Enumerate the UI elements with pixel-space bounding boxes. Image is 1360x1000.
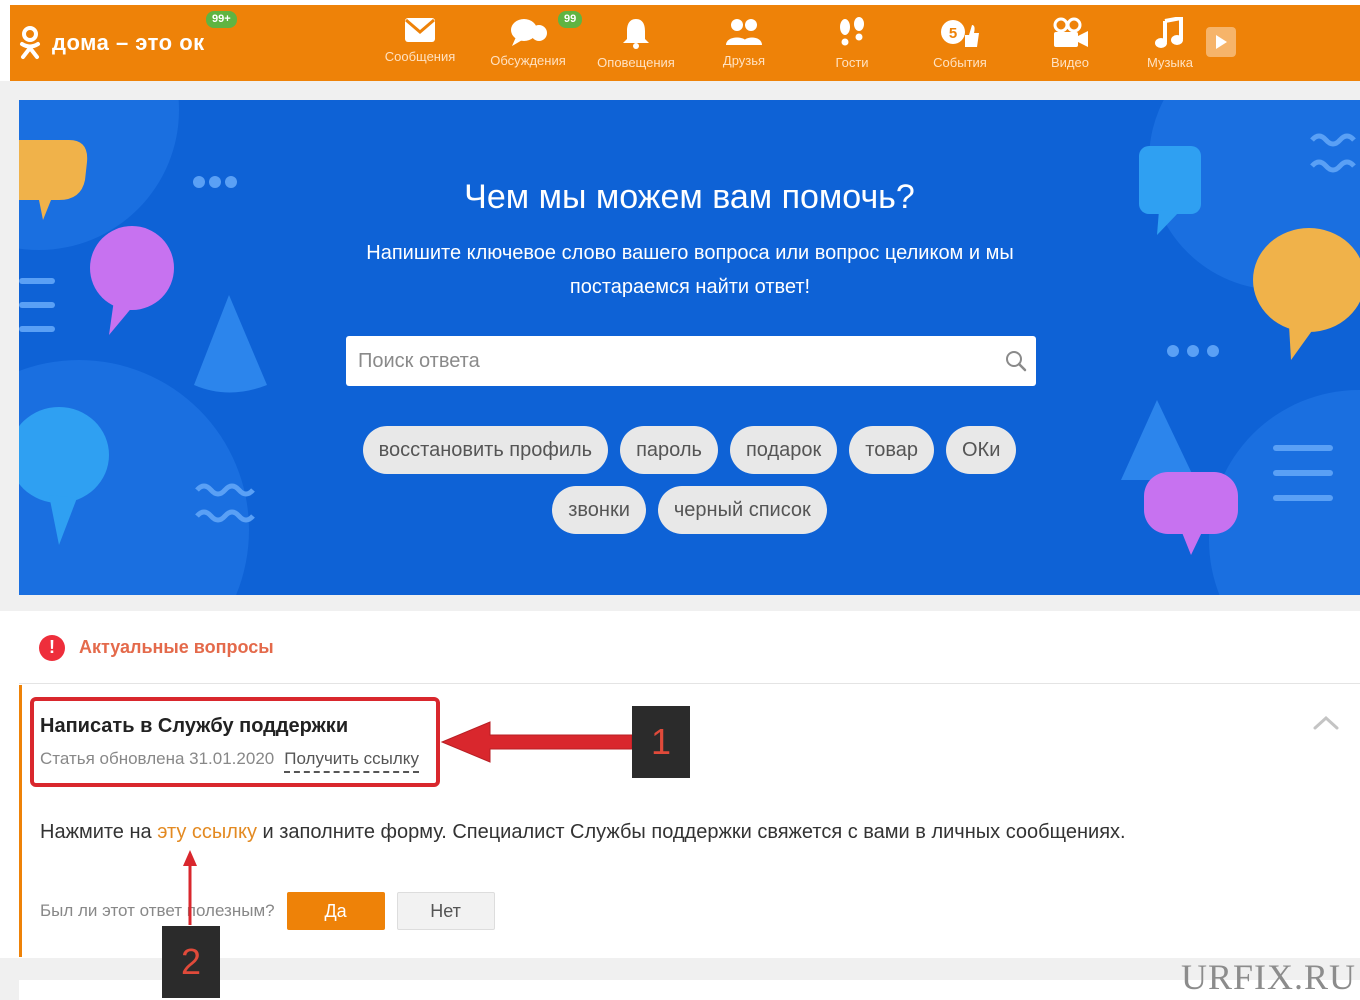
music-note-icon (1155, 17, 1183, 48)
video-camera-icon (1053, 17, 1088, 47)
answer-text-start: Нажмите на (40, 821, 158, 843)
discussions-count-badge: 99 (556, 9, 585, 30)
brand-logo-link[interactable]: дома – это ок (10, 5, 205, 81)
nav-video-label: Видео (1051, 55, 1089, 70)
annotation-highlight-box (30, 697, 440, 787)
tag-gift[interactable]: подарок (729, 426, 838, 474)
tag-restore-profile[interactable]: восстановить профиль (362, 426, 609, 474)
events-like-icon: 5 (941, 20, 979, 47)
nav-events[interactable]: 5 События (910, 5, 1010, 81)
helpful-yes-button[interactable]: Да (286, 892, 385, 930)
music-play-button[interactable] (1206, 27, 1236, 57)
annotation-marker-1: 1 (632, 706, 690, 778)
tag-goods[interactable]: товар (849, 426, 934, 474)
question-meta: Статья обновлена 31.01.2020 Получить ссы… (40, 749, 419, 773)
top-navigation-bar: дома – это ок 99+ Сообщения Обсуждения 9… (10, 5, 1360, 81)
brand-slogan: дома – это ок (52, 30, 205, 55)
brand-notification-badge: 99+ (204, 9, 239, 30)
get-link-button[interactable]: Получить ссылку (284, 749, 419, 773)
bell-icon (623, 19, 649, 49)
nav-guests-label: Гости (835, 55, 869, 70)
alert-icon: ! (39, 634, 65, 661)
nav-music[interactable]: Музыка (1120, 5, 1220, 81)
help-hero-banner: Чем мы можем вам помочь? Напишите ключев… (19, 100, 1360, 595)
tag-blacklist[interactable]: черный список (657, 486, 827, 534)
collapse-button[interactable] (1312, 715, 1340, 736)
help-search-box (346, 336, 1036, 386)
annotation-marker-2: 2 (162, 926, 220, 998)
helpful-no-button[interactable]: Нет (396, 892, 495, 930)
section-header: ! Актуальные вопросы (19, 612, 1360, 684)
hero-title: Чем мы можем вам помочь? (464, 178, 915, 216)
friends-icon (726, 19, 762, 45)
play-icon (1216, 35, 1227, 49)
svg-text:5: 5 (949, 25, 957, 42)
nav-discussions-label: Обсуждения (490, 53, 566, 68)
helpful-question-label: Был ли этот ответ полезным? (40, 901, 275, 920)
chevron-up-icon (1313, 715, 1339, 730)
support-form-link[interactable]: эту ссылку (157, 821, 257, 843)
tag-oki[interactable]: ОКи (945, 426, 1017, 474)
article-updated-date: Статья обновлена 31.01.2020 (40, 749, 275, 768)
tag-password[interactable]: пароль (620, 426, 718, 474)
chat-bubbles-icon (511, 19, 547, 46)
watermark: URFIX.RU (1180, 957, 1356, 997)
answer-text-end: и заполните форму. Специалист Службы под… (256, 821, 1126, 843)
nav-events-label: События (933, 55, 987, 70)
nav-music-label: Музыка (1147, 55, 1193, 70)
question-title[interactable]: Написать в Службу поддержки (40, 715, 348, 738)
nav-notifications-label: Оповещения (597, 55, 675, 70)
faq-section: ! Актуальные вопросы Написать в Службу п… (19, 612, 1360, 1000)
nav-friends[interactable]: Друзья (694, 5, 794, 81)
nav-video[interactable]: Видео (1020, 5, 1120, 81)
search-icon[interactable] (996, 350, 1036, 372)
nav-messages-label: Сообщения (384, 49, 456, 64)
helpful-feedback: Был ли этот ответ полезным? Да Нет (40, 892, 495, 930)
odnoklassniki-logo-icon (10, 5, 50, 81)
popular-tags: восстановить профиль пароль подарок това… (19, 426, 1360, 546)
nav-guests[interactable]: Гости (802, 5, 902, 81)
hero-subtitle: Напишите ключевое слово вашего вопроса и… (366, 242, 1014, 298)
answer-text: Нажмите на эту ссылку и заполните форму.… (40, 821, 1126, 844)
next-faq-card (19, 980, 1360, 1000)
nav-messages[interactable]: Сообщения (370, 5, 470, 81)
section-title: Актуальные вопросы (79, 637, 274, 657)
tag-calls[interactable]: звонки (552, 486, 646, 534)
footprints-icon (840, 17, 864, 46)
help-search-input[interactable] (346, 336, 996, 386)
nav-friends-label: Друзья (722, 53, 766, 68)
nav-notifications[interactable]: Оповещения (586, 5, 686, 81)
envelope-icon (405, 18, 435, 42)
